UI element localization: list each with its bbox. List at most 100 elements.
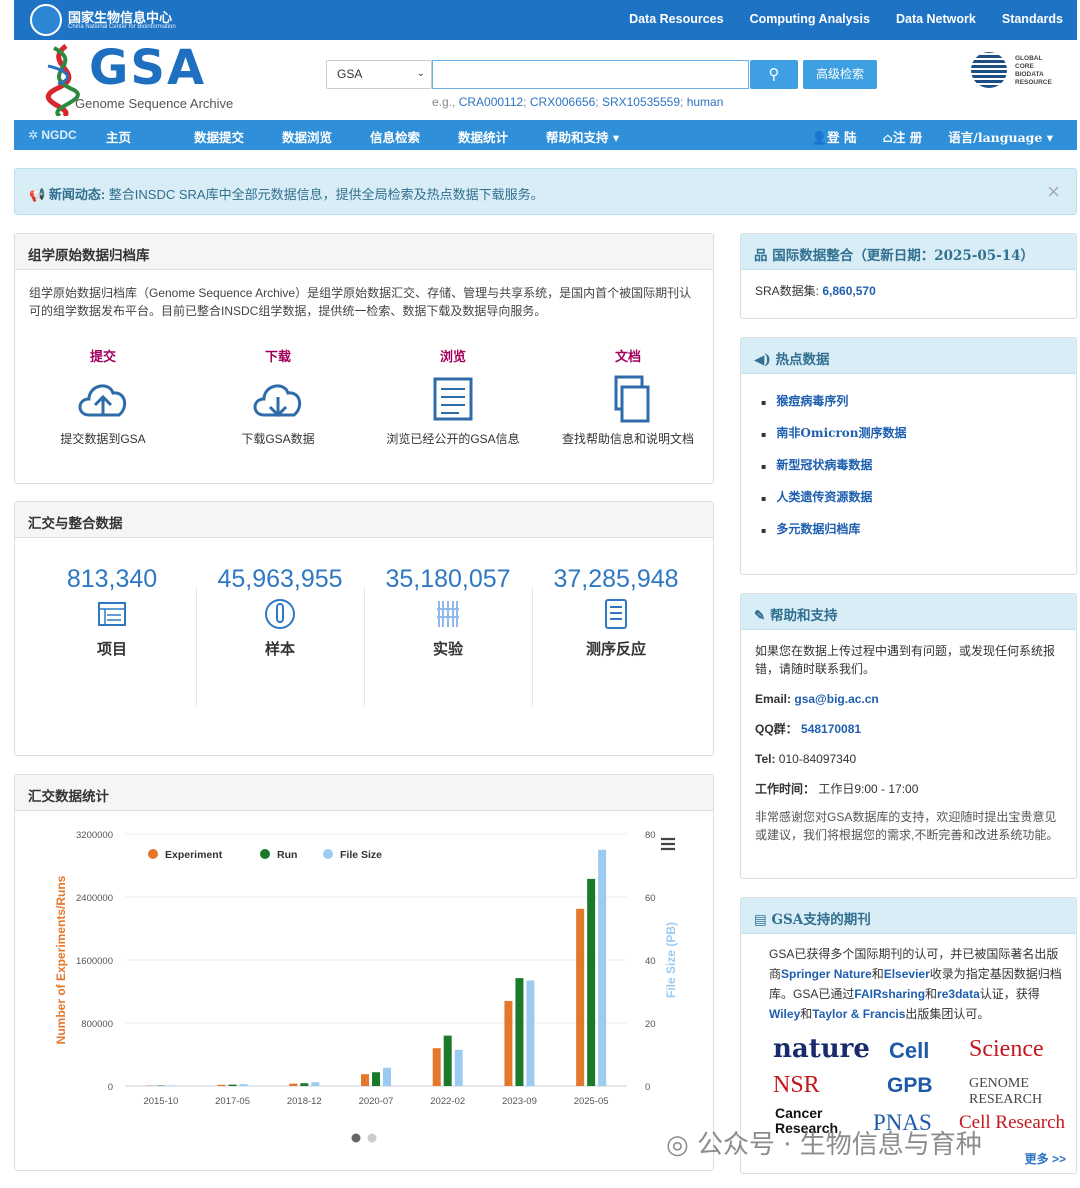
hot-item[interactable]: 南非Omicron测序数据 — [761, 424, 1062, 441]
top-bar: 国家生物信息中心 China National Center for Bioin… — [14, 0, 1077, 40]
gsa-logo[interactable]: GSA Genome Sequence Archive — [36, 40, 266, 116]
example-link[interactable]: SRX10535559 — [602, 95, 680, 109]
bar-run — [587, 878, 596, 1086]
bar-file-size — [526, 980, 535, 1086]
logo-text: GSA — [89, 40, 207, 96]
hot-item[interactable]: 人类遗传资源数据 — [761, 488, 1062, 505]
archive-description: 组学原始数据归档库（Genome Sequence Archive）是组学原始数… — [29, 286, 692, 318]
journal-logo[interactable]: NSR — [773, 1072, 820, 1099]
bar-run — [515, 978, 524, 1086]
work-hours: 工作日9:00 - 17:00 — [818, 782, 919, 796]
nav-computing-analysis[interactable]: Computing Analysis — [750, 12, 870, 26]
quick-download[interactable]: 下载 下载GSA数据 — [198, 346, 358, 447]
wechat-icon: ◎ — [666, 1130, 689, 1160]
y2-tick-label: 40 — [645, 956, 656, 967]
cncb-logo-icon[interactable] — [30, 4, 62, 36]
example-link[interactable]: CRA000112 — [459, 95, 524, 109]
edit-icon: ✎ — [754, 608, 766, 624]
nav-statistics[interactable]: 数据统计 — [458, 127, 546, 146]
journal-logo[interactable]: GPB — [887, 1074, 933, 1098]
user-icon: 👤 — [811, 130, 828, 145]
y2-tick-label: 0 — [645, 1082, 650, 1093]
close-icon[interactable]: × — [1047, 179, 1060, 205]
more-link[interactable]: 更多 >> — [1025, 1150, 1066, 1167]
panel-title: GSA支持的期刊 — [771, 912, 871, 928]
qq-link[interactable]: 548170081 — [801, 722, 861, 736]
x-tick-label: 2018-12 — [287, 1096, 322, 1107]
quick-docs[interactable]: 文档 查找帮助信息和说明文档 — [548, 346, 708, 447]
wechat-watermark: ◎ 公众号 · 生物信息与育种 — [666, 1130, 982, 1160]
bar-experiment — [576, 908, 585, 1086]
legend-marker — [260, 849, 270, 859]
test-tube-icon — [265, 599, 295, 629]
hot-data-panel: ◀) 热点数据 猴痘病毒序列 南非Omicron测序数据 新型冠状病毒数据 人类… — [740, 337, 1077, 575]
table-icon — [98, 602, 126, 626]
chevron-down-icon: ⌄ — [416, 68, 425, 79]
gcbr-logo[interactable]: GLOBAL CORE BIODATA RESOURCE — [971, 52, 1071, 92]
panel-title: 汇交与整合数据 — [15, 502, 713, 538]
y-axis-title: Number of Experiments/Runs — [54, 875, 68, 1044]
search-button[interactable]: ⚲ — [750, 60, 798, 89]
nav-help[interactable]: 帮助和支持 ▾ — [546, 127, 634, 146]
nav-data-network[interactable]: Data Network — [896, 12, 976, 26]
stat-experiments[interactable]: 35,180,057 实验 — [364, 565, 532, 659]
y-tick-label: 3200000 — [76, 830, 113, 841]
hot-item[interactable]: 猴痘病毒序列 — [761, 392, 1062, 409]
x-tick-label: 2025-05 — [574, 1096, 609, 1107]
cloud-download-icon — [253, 384, 302, 418]
bar-experiment — [217, 1084, 226, 1086]
journal-logo[interactable]: Cell — [889, 1038, 929, 1064]
nav-home[interactable]: 主页 — [106, 127, 194, 146]
globe-icon — [971, 52, 1007, 88]
quick-submit[interactable]: 提交 提交数据到GSA — [23, 346, 183, 447]
y2-tick-label: 60 — [645, 893, 656, 904]
panel-title: 国际数据整合（更新日期：2025-05-14） — [772, 248, 1035, 264]
submission-chart: 0 800000 1600000 2400000 3200000 0 20 40 60 80 201… — [54, 830, 678, 1143]
y2-tick-label: 80 — [645, 830, 656, 841]
advanced-search-button[interactable]: 高级检索 — [803, 60, 877, 89]
stat-runs[interactable]: 37,285,948 测序反应 — [532, 565, 700, 659]
nav-submit[interactable]: 数据提交 — [194, 127, 282, 146]
legend-label: Experiment — [165, 849, 223, 861]
bar-run — [228, 1084, 237, 1086]
bar-file-size — [598, 849, 607, 1086]
volume-icon: ◀) — [754, 352, 771, 368]
phone-number: 010-84097340 — [778, 752, 857, 766]
register-link[interactable]: ⌂注 册 — [882, 127, 922, 146]
nav-browse[interactable]: 数据浏览 — [282, 127, 370, 146]
pager-dot — [351, 1133, 361, 1143]
language-dropdown[interactable]: 语言/language ▾ — [948, 127, 1053, 146]
thanks-text: 非常感谢您对GSA数据库的支持，欢迎随时提出宝贵意见或建议，我们将根据您的需求,… — [755, 810, 1059, 842]
bullhorn-icon: 📢 — [29, 187, 46, 202]
journal-logo[interactable]: Science — [969, 1036, 1044, 1063]
legend-marker — [148, 849, 158, 859]
pager-dot — [367, 1133, 377, 1143]
stat-projects[interactable]: 813,340 项目 — [28, 565, 196, 659]
y-tick-label: 0 — [108, 1082, 113, 1093]
menu-icon — [661, 837, 675, 851]
example-link[interactable]: human — [687, 95, 724, 109]
nav-search[interactable]: 信息检索 — [370, 127, 458, 146]
database-select[interactable]: GSA ⌄ — [326, 60, 432, 89]
hot-item[interactable]: 新型冠状病毒数据 — [761, 456, 1062, 473]
stat-samples[interactable]: 45,963,955 样本 — [196, 565, 364, 659]
email-link[interactable]: gsa@big.ac.cn — [794, 692, 878, 706]
panel-title: 热点数据 — [775, 352, 830, 368]
journal-logo[interactable]: nature — [773, 1034, 870, 1064]
panel-title: 汇交数据统计 — [15, 775, 713, 811]
bar-file-size — [383, 1067, 391, 1086]
login-link[interactable]: 👤登 陆 — [812, 127, 857, 146]
sitemap-icon: 品 — [754, 248, 768, 264]
quick-browse[interactable]: 浏览 浏览已经公开的GSA信息 — [373, 346, 533, 447]
integration-panel: 品 国际数据整合（更新日期：2025-05-14） SRA数据集: 6,860,… — [740, 233, 1077, 319]
nav-standards[interactable]: Standards — [1002, 12, 1063, 26]
x-tick-label: 2017-05 — [215, 1096, 250, 1107]
hot-item[interactable]: 多元数据归档库 — [761, 520, 1062, 537]
nav-brand[interactable]: ✲ NGDC — [28, 128, 77, 142]
journal-logo[interactable]: GENOME RESEARCH — [969, 1076, 1071, 1108]
search-input[interactable] — [432, 60, 749, 89]
news-text: 整合INSDC SRA库中全部元数据信息，提供全局检索及热点数据下载服务。 — [108, 187, 544, 202]
sra-count-link[interactable]: 6,860,570 — [822, 284, 875, 298]
nav-data-resources[interactable]: Data Resources — [629, 12, 724, 26]
example-link[interactable]: CRX006656 — [530, 95, 595, 109]
